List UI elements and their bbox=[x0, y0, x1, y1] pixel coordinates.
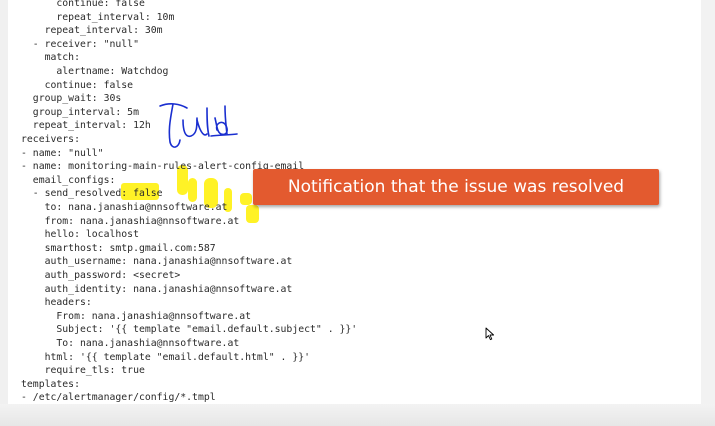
code-line: smarthost: smtp.gmail.com:587 bbox=[21, 242, 216, 254]
code-line: group_wait: 30s bbox=[21, 93, 122, 105]
highlight-stroke-5 bbox=[240, 193, 252, 205]
code-line: match: bbox=[21, 52, 80, 64]
code-line: to: nana.janashia@nnsoftware.at bbox=[21, 202, 228, 213]
left-margin bbox=[0, 0, 8, 426]
handwritten-true-scribble-icon bbox=[159, 103, 238, 148]
code-line: - /etc/alertmanager/config/*.tmpl bbox=[21, 392, 216, 404]
code-line: email_configs: bbox=[21, 174, 116, 186]
code-line: auth_identity: nana.janashia@nnsoftware.… bbox=[21, 283, 293, 295]
code-line: To: nana.janashia@nnsoftware.at bbox=[21, 338, 240, 349]
code-line: auth_username: nana.janashia@nnsoftware.… bbox=[21, 256, 293, 268]
code-line: auth_password: <secret> bbox=[21, 270, 181, 281]
bottom-bar bbox=[0, 404, 715, 426]
code-line: Subject: '{{ template "email.default.sub… bbox=[21, 324, 358, 336]
code-line: From: nana.janashia@nnsoftware.at bbox=[21, 310, 252, 322]
code-line: continue: false bbox=[21, 79, 134, 91]
code-line: hello: localhost bbox=[21, 229, 139, 241]
highlight-stroke-2 bbox=[188, 178, 197, 202]
code-line: group_interval: 5m bbox=[21, 106, 139, 118]
code-line: - name: "null" bbox=[21, 147, 104, 159]
highlight-stroke-6 bbox=[246, 205, 259, 223]
right-margin bbox=[701, 0, 715, 426]
code-line: repeat_interval: 12h bbox=[21, 120, 151, 132]
code-line: - send_resolved: false bbox=[21, 188, 163, 200]
code-line: repeat_interval: 10m bbox=[21, 11, 175, 23]
code-line: alertname: Watchdog bbox=[21, 66, 169, 77]
mouse-pointer-icon bbox=[485, 327, 495, 341]
code-line: receivers: bbox=[21, 134, 80, 145]
code-line: require_tls: true bbox=[21, 365, 145, 377]
code-line: - receiver: "null" bbox=[21, 38, 139, 50]
code-line: html: '{{ template "email.default.html" … bbox=[21, 351, 311, 363]
code-line: headers: bbox=[21, 297, 92, 309]
resolved-notification-callout: Notification that the issue was resolved bbox=[253, 169, 659, 205]
code-line: repeat_interval: 30m bbox=[21, 25, 163, 37]
code-line: from: nana.janashia@nnsoftware.at bbox=[21, 215, 240, 227]
screen: continue: false repeat_interval: 10m rep… bbox=[0, 0, 715, 426]
code-line: continue: false bbox=[21, 0, 145, 9]
code-line: templates: bbox=[21, 378, 80, 390]
